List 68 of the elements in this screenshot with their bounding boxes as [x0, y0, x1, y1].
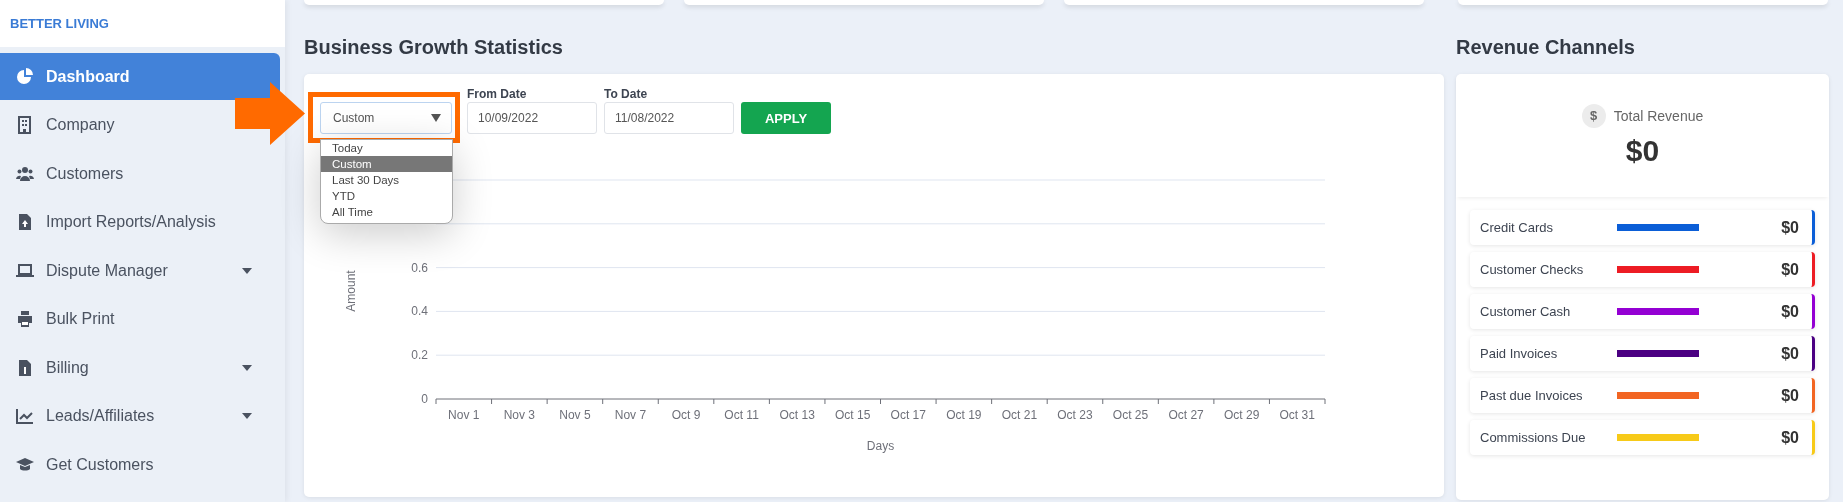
sidebar-item[interactable]: Company: [0, 101, 135, 150]
tick-label: Oct 31: [1279, 408, 1315, 422]
tick-label: Oct 13: [779, 408, 815, 422]
channel-amount: $0: [1781, 260, 1799, 279]
dropdown-option[interactable]: All Time: [321, 204, 452, 220]
tick-label: Nov 3: [503, 408, 535, 422]
sidebar-item[interactable]: Import Reports/Analysis: [0, 198, 236, 247]
total-amount: $0: [1625, 133, 1660, 168]
field-label: To Date: [604, 87, 649, 102]
brand-name: BETTER LIVING: [10, 16, 109, 31]
sidebar-item[interactable]: Billing: [0, 343, 280, 392]
laptop-icon: [16, 261, 34, 280]
channel-amount: $0: [1781, 302, 1799, 321]
sidebar-item[interactable]: Bulk Print: [0, 295, 135, 344]
tick-label: 0: [421, 392, 428, 406]
channel-label: Credit Cards: [1480, 220, 1554, 235]
tick-label: Nov 7: [614, 408, 647, 422]
arrow-icon: [235, 82, 305, 145]
channel-amount: $0: [1781, 218, 1799, 237]
date-field[interactable]: 10/09/2022: [467, 102, 597, 134]
tick-label: Oct 11: [724, 408, 759, 422]
axis-title: Days: [866, 439, 895, 453]
sidebar-item[interactable]: Leads/Affiliates: [0, 392, 280, 441]
date-field[interactable]: 11/08/2022: [604, 102, 734, 134]
dollar-icon: $: [1581, 103, 1606, 128]
tick-label: Oct 9: [671, 408, 701, 422]
line-chart-icon: [16, 407, 34, 426]
sidebar-item[interactable]: Get Customers: [0, 440, 174, 489]
total-label: Total Revenue: [1613, 107, 1704, 124]
tick-label: Oct 15: [835, 408, 871, 422]
axis-title: Amount: [344, 270, 358, 312]
building-icon: [16, 116, 34, 135]
tick-label: Oct 23: [1057, 408, 1093, 422]
channel-label: Past due Invoices: [1480, 388, 1584, 403]
sidebar-item[interactable]: Dispute Manager: [0, 246, 280, 295]
channel-amount: $0: [1781, 344, 1799, 363]
section-title: Revenue Channels: [1456, 35, 1636, 60]
users-icon: [16, 164, 34, 183]
channel-label: Customer Cash: [1480, 304, 1572, 319]
channel-label: Customer Checks: [1480, 262, 1585, 277]
dropdown-option[interactable]: Today: [321, 140, 452, 156]
file-upload-icon: [16, 213, 34, 232]
tick-label: Oct 21: [1001, 408, 1038, 422]
range-select[interactable]: Custom: [320, 102, 452, 134]
channel-label: Commissions Due: [1480, 430, 1587, 445]
tick-label: 0.4: [411, 304, 428, 319]
section-title: Business Growth Statistics: [304, 35, 564, 60]
dropdown-option[interactable]: Last 30 Days: [321, 172, 452, 188]
tick-label: Nov 5: [559, 408, 591, 422]
sidebar-item[interactable]: Dashboard: [0, 53, 280, 100]
channel-amount: $0: [1781, 386, 1799, 405]
sidebar-item[interactable]: Customers: [0, 149, 144, 198]
pie-chart-icon: [16, 67, 34, 86]
dropdown-option[interactable]: YTD: [321, 188, 452, 204]
tick-label: Oct 19: [946, 408, 982, 422]
tick-label: Oct 29: [1224, 408, 1260, 422]
caret-icon: [431, 114, 441, 122]
tick-label: Oct 27: [1168, 408, 1204, 422]
tick-label: Oct 25: [1112, 408, 1149, 422]
channel-label: Paid Invoices: [1480, 346, 1559, 361]
tick-label: 0.2: [411, 348, 428, 363]
tick-label: 0.6: [411, 260, 428, 275]
field-label: From Date: [467, 87, 528, 102]
tick-label: Nov 1: [448, 408, 480, 422]
tick-label: Oct 17: [890, 408, 926, 422]
printer-icon: [16, 310, 34, 329]
channel-amount: $0: [1781, 428, 1799, 447]
dropdown-option[interactable]: Custom: [321, 156, 452, 172]
